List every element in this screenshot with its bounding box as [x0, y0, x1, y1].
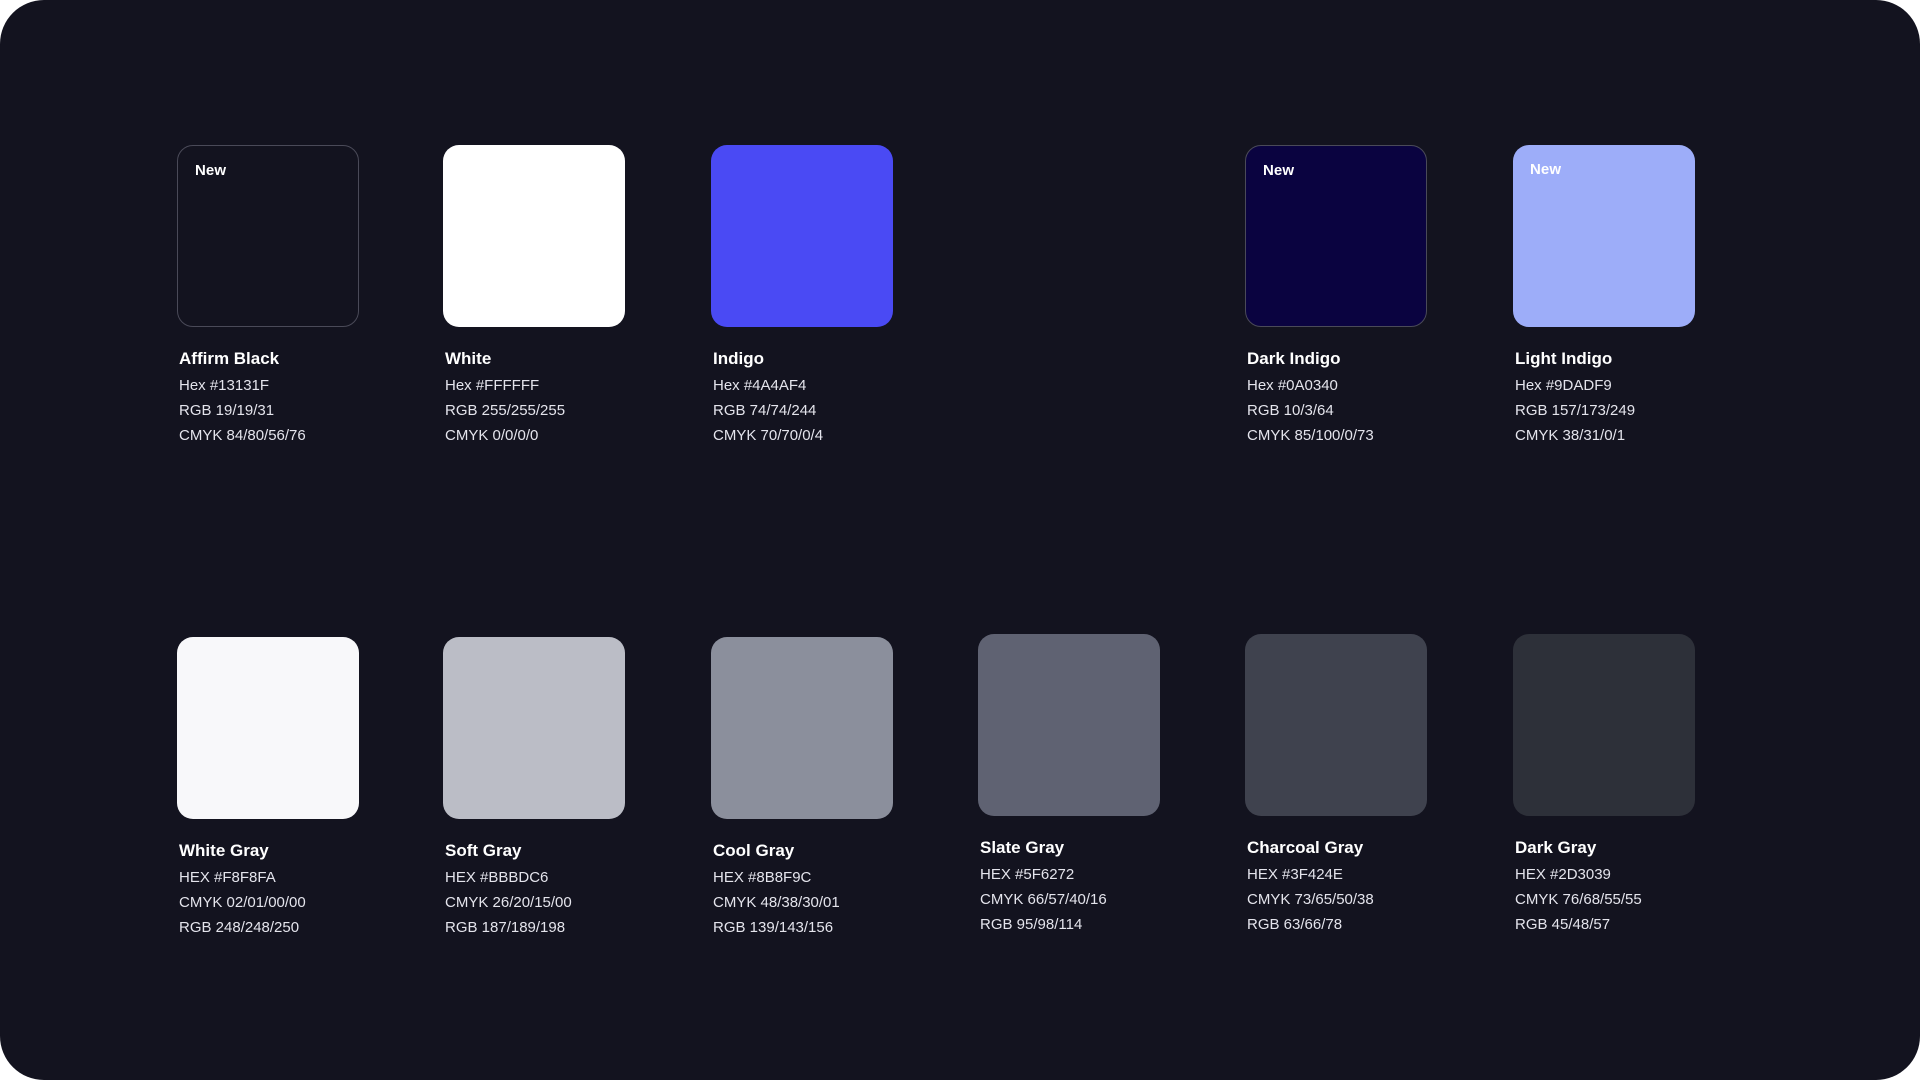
color-specs: Hex #9DADF9 RGB 157/173/249 CMYK 38/31/0… — [1513, 373, 1697, 448]
swatch-card-cool-gray: Cool Gray HEX #8B8F9C CMYK 48/38/30/01 R… — [711, 637, 895, 940]
color-name: Charcoal Gray — [1247, 838, 1364, 857]
color-specs: HEX #5F6272 CMYK 66/57/40/16 RGB 95/98/1… — [978, 862, 1162, 937]
color-name: Slate Gray — [980, 838, 1065, 857]
swatch-card-soft-gray: Soft Gray HEX #BBBDC6 CMYK 26/20/15/00 R… — [443, 637, 627, 940]
color-spec-line: Hex #9DADF9 — [1515, 377, 1612, 394]
swatch-card-dark-gray: Dark Gray HEX #2D3039 CMYK 76/68/55/55 R… — [1513, 634, 1697, 937]
color-specs: HEX #3F424E CMYK 73/65/50/38 RGB 63/66/7… — [1245, 862, 1429, 937]
color-spec-line: CMYK 0/0/0/0 — [445, 427, 539, 444]
color-spec-line: CMYK 26/20/15/00 — [445, 894, 572, 911]
color-specs: HEX #F8F8FA CMYK 02/01/00/00 RGB 248/248… — [177, 865, 361, 940]
color-name: White Gray — [179, 841, 269, 860]
color-spec-line: Hex #0A0340 — [1247, 377, 1338, 394]
swatch-card-white-gray: White Gray HEX #F8F8FA CMYK 02/01/00/00 … — [177, 637, 361, 940]
color-spec-line: HEX #2D3039 — [1515, 866, 1611, 883]
color-swatch — [711, 145, 893, 327]
color-name: Light Indigo — [1515, 349, 1613, 368]
color-spec-line: RGB 95/98/114 — [980, 916, 1083, 933]
color-name: Dark Indigo — [1247, 349, 1341, 368]
color-spec-line: RGB 187/189/198 — [445, 919, 566, 936]
color-specs: HEX #8B8F9C CMYK 48/38/30/01 RGB 139/143… — [711, 865, 895, 940]
color-specs: HEX #BBBDC6 CMYK 26/20/15/00 RGB 187/189… — [443, 865, 627, 940]
color-spec-line: Hex #4A4AF4 — [713, 377, 807, 394]
color-spec-line: CMYK 76/68/55/55 — [1515, 891, 1642, 908]
color-spec-line: Hex #13131F — [179, 377, 270, 394]
color-spec-line: HEX #5F6272 — [980, 866, 1075, 883]
color-name: Indigo — [713, 349, 764, 368]
color-name: Soft Gray — [445, 841, 522, 860]
color-palette-board: New Affirm Black Hex #13131F RGB 19/19/3… — [0, 0, 1920, 1080]
color-swatch — [1245, 634, 1427, 816]
color-specs: Hex #0A0340 RGB 10/3/64 CMYK 85/100/0/73 — [1245, 373, 1429, 448]
color-name: Cool Gray — [713, 841, 795, 860]
color-swatch — [978, 634, 1160, 816]
color-spec-line: CMYK 48/38/30/01 — [713, 894, 840, 911]
color-spec-line: HEX #8B8F9C — [713, 869, 812, 886]
color-spec-line: CMYK 02/01/00/00 — [179, 894, 306, 911]
color-spec-line: RGB 255/255/255 — [445, 402, 566, 419]
new-badge: New — [1263, 162, 1295, 179]
color-swatch — [443, 145, 625, 327]
color-spec-line: CMYK 66/57/40/16 — [980, 891, 1107, 908]
color-spec-line: Hex #FFFFFF — [445, 377, 540, 394]
swatch-card-indigo: Indigo Hex #4A4AF4 RGB 74/74/244 CMYK 70… — [711, 145, 895, 448]
color-specs: Hex #FFFFFF RGB 255/255/255 CMYK 0/0/0/0 — [443, 373, 627, 448]
color-specs: Hex #13131F RGB 19/19/31 CMYK 84/80/56/7… — [177, 373, 361, 448]
color-spec-line: RGB 139/143/156 — [713, 919, 834, 936]
swatch-card-light-indigo: New Light Indigo Hex #9DADF9 RGB 157/173… — [1513, 145, 1697, 448]
new-badge: New — [1530, 161, 1562, 178]
color-swatch: New — [1245, 145, 1427, 327]
color-specs: HEX #2D3039 CMYK 76/68/55/55 RGB 45/48/5… — [1513, 862, 1697, 937]
color-spec-line: RGB 248/248/250 — [179, 919, 300, 936]
color-spec-line: HEX #3F424E — [1247, 866, 1343, 883]
color-spec-line: CMYK 84/80/56/76 — [179, 427, 306, 444]
color-spec-line: RGB 45/48/57 — [1515, 916, 1611, 933]
swatch-card-charcoal-gray: Charcoal Gray HEX #3F424E CMYK 73/65/50/… — [1245, 634, 1429, 937]
color-swatch: New — [1513, 145, 1695, 327]
color-spec-line: RGB 19/19/31 — [179, 402, 275, 419]
color-swatch — [177, 637, 359, 819]
color-swatch — [443, 637, 625, 819]
color-spec-line: RGB 63/66/78 — [1247, 916, 1343, 933]
swatch-card-white: White Hex #FFFFFF RGB 255/255/255 CMYK 0… — [443, 145, 627, 448]
color-swatch: New — [177, 145, 359, 327]
color-spec-line: CMYK 85/100/0/73 — [1247, 427, 1374, 444]
color-name: White — [445, 349, 492, 368]
color-spec-line: CMYK 70/70/0/4 — [713, 427, 824, 444]
color-spec-line: HEX #F8F8FA — [179, 869, 276, 886]
color-spec-line: HEX #BBBDC6 — [445, 869, 549, 886]
color-name: Dark Gray — [1515, 838, 1597, 857]
color-spec-line: RGB 10/3/64 — [1247, 402, 1334, 419]
color-spec-line: RGB 157/173/249 — [1515, 402, 1636, 419]
color-specs: Hex #4A4AF4 RGB 74/74/244 CMYK 70/70/0/4 — [711, 373, 895, 448]
color-swatch — [1513, 634, 1695, 816]
color-swatch — [711, 637, 893, 819]
color-name: Affirm Black — [179, 349, 280, 368]
swatch-card-slate-gray: Slate Gray HEX #5F6272 CMYK 66/57/40/16 … — [978, 634, 1162, 937]
swatch-card-affirm-black: New Affirm Black Hex #13131F RGB 19/19/3… — [177, 145, 361, 448]
color-spec-line: CMYK 38/31/0/1 — [1515, 427, 1626, 444]
color-spec-line: CMYK 73/65/50/38 — [1247, 891, 1374, 908]
swatch-card-dark-indigo: New Dark Indigo Hex #0A0340 RGB 10/3/64 … — [1245, 145, 1429, 448]
new-badge: New — [195, 162, 227, 179]
color-spec-line: RGB 74/74/244 — [713, 402, 817, 419]
